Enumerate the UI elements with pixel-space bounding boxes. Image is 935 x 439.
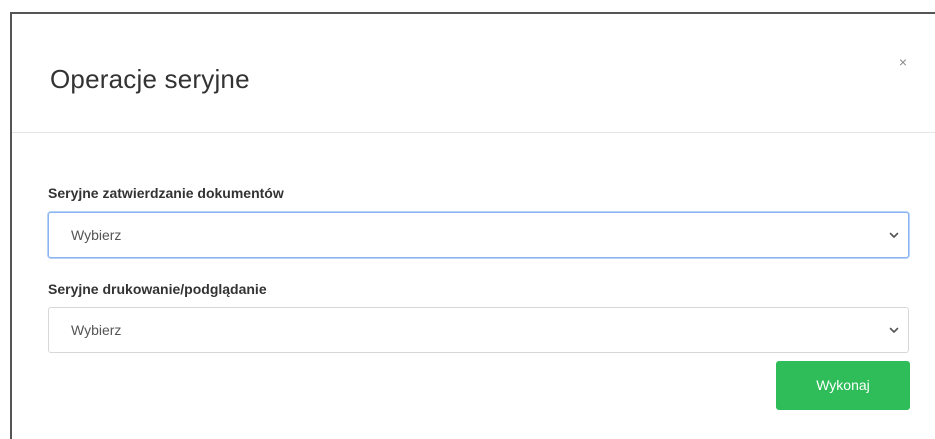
dialog-header: Operacje seryjne × xyxy=(12,14,935,133)
batch-operations-dialog: Operacje seryjne × Seryjne zatwierdzanie… xyxy=(10,12,935,439)
dialog-title: Operacje seryjne xyxy=(50,64,250,94)
execute-button[interactable]: Wykonaj xyxy=(776,361,910,410)
batch-approval-select[interactable]: Wybierz xyxy=(48,212,909,258)
backdrop[interactable] xyxy=(0,0,935,12)
close-button[interactable]: × xyxy=(894,53,912,71)
chevron-down-icon xyxy=(889,232,899,238)
batch-approval-selected-value: Wybierz xyxy=(71,227,122,243)
batch-print-selected-value: Wybierz xyxy=(71,322,122,338)
batch-print-label: Seryjne drukowanie/podglądanie xyxy=(48,281,267,297)
chevron-down-icon xyxy=(889,327,899,333)
screen: Operacje seryjne × Seryjne zatwierdzanie… xyxy=(0,0,935,439)
close-icon: × xyxy=(898,54,908,70)
batch-print-select[interactable]: Wybierz xyxy=(48,307,909,353)
batch-approval-label: Seryjne zatwierdzanie dokumentów xyxy=(48,185,284,201)
